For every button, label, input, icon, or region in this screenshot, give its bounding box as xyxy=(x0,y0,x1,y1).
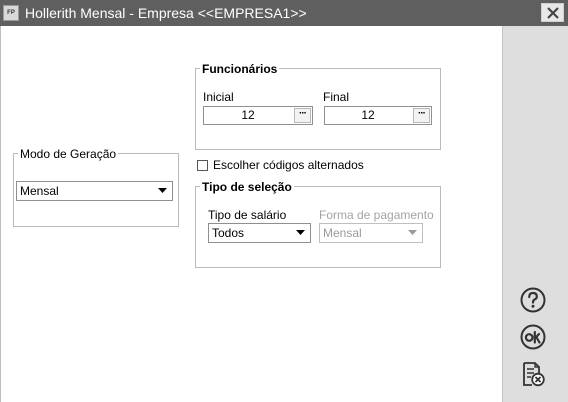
escolher-codigos-checkbox[interactable] xyxy=(197,160,208,171)
dropdown-arrow-icon xyxy=(404,225,421,241)
forma-pagamento-select: Mensal xyxy=(319,223,423,243)
final-label: Final xyxy=(323,90,350,104)
ok-button[interactable] xyxy=(518,322,548,352)
ok-icon xyxy=(520,324,546,350)
modo-geracao-title: Modo de Geração xyxy=(18,147,119,161)
tipo-salario-value: Todos xyxy=(212,226,245,240)
tipo-selecao-title: Tipo de seleção xyxy=(200,180,294,194)
cancel-button[interactable] xyxy=(518,359,548,389)
close-icon xyxy=(547,7,559,19)
inicial-picker[interactable]: 12 ··· xyxy=(203,106,313,125)
escolher-codigos-label[interactable]: Escolher códigos alternados xyxy=(213,158,364,172)
modo-geracao-value: Mensal xyxy=(20,184,59,198)
close-button[interactable] xyxy=(541,3,564,22)
inicial-label: Inicial xyxy=(203,90,234,104)
forma-pagamento-label: Forma de pagamento xyxy=(319,208,434,222)
inicial-value: 12 xyxy=(241,108,255,122)
forma-pagamento-value: Mensal xyxy=(323,226,362,240)
tipo-salario-select[interactable]: Todos xyxy=(208,223,311,243)
final-value: 12 xyxy=(361,108,375,122)
title-bar: FP Hollerith Mensal - Empresa <<EMPRESA1… xyxy=(0,0,568,26)
dropdown-arrow-icon[interactable] xyxy=(292,225,309,241)
final-picker[interactable]: 12 ··· xyxy=(324,106,432,125)
more-icon[interactable]: ··· xyxy=(294,108,311,123)
document-cancel-icon xyxy=(523,362,545,387)
tipo-salario-label: Tipo de salário xyxy=(208,208,287,222)
funcionarios-title: Funcionários xyxy=(200,62,280,76)
help-button[interactable] xyxy=(518,285,548,315)
modo-geracao-select[interactable]: Mensal xyxy=(16,181,173,201)
more-icon[interactable]: ··· xyxy=(413,108,430,123)
window-title: Hollerith Mensal - Empresa <<EMPRESA1>> xyxy=(25,5,307,21)
help-icon xyxy=(520,287,546,313)
app-icon: FP xyxy=(3,5,19,21)
dropdown-arrow-icon[interactable] xyxy=(154,183,171,199)
